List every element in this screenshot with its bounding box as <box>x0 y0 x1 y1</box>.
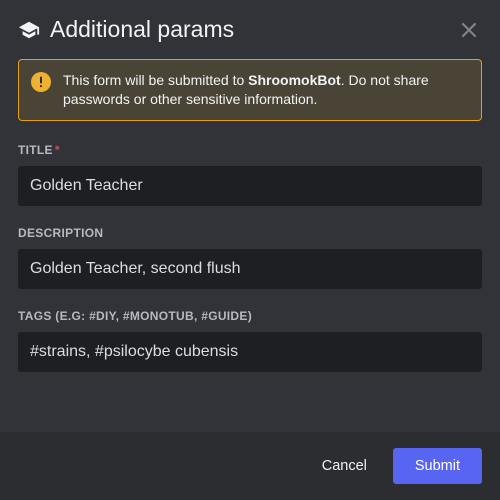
warning-bot-name: ShroomokBot <box>248 72 341 88</box>
close-icon <box>458 19 480 41</box>
submit-button[interactable]: Submit <box>393 448 482 484</box>
tags-input[interactable] <box>18 332 482 372</box>
close-button[interactable] <box>456 17 482 43</box>
description-label: Description <box>18 226 482 240</box>
cancel-button[interactable]: Cancel <box>300 448 389 484</box>
modal-footer: Cancel Submit <box>0 432 500 500</box>
warning-icon <box>31 72 51 92</box>
description-input[interactable] <box>18 249 482 289</box>
tags-label: Tags (e.g: #diy, #monotub, #guide) <box>18 309 482 323</box>
warning-banner: This form will be submitted to ShroomokB… <box>18 59 482 121</box>
warning-text: This form will be submitted to ShroomokB… <box>63 71 469 109</box>
modal-header: Additional params <box>0 0 500 51</box>
modal-dialog: Additional params This form will be subm… <box>0 0 500 500</box>
title-label: Title* <box>18 143 482 157</box>
warning-prefix: This form will be submitted to <box>63 72 248 88</box>
modal-title: Additional params <box>50 16 456 43</box>
modal-content: This form will be submitted to ShroomokB… <box>0 51 500 432</box>
required-indicator: * <box>55 143 60 157</box>
grad-cap-icon <box>18 19 40 41</box>
title-input[interactable] <box>18 166 482 206</box>
